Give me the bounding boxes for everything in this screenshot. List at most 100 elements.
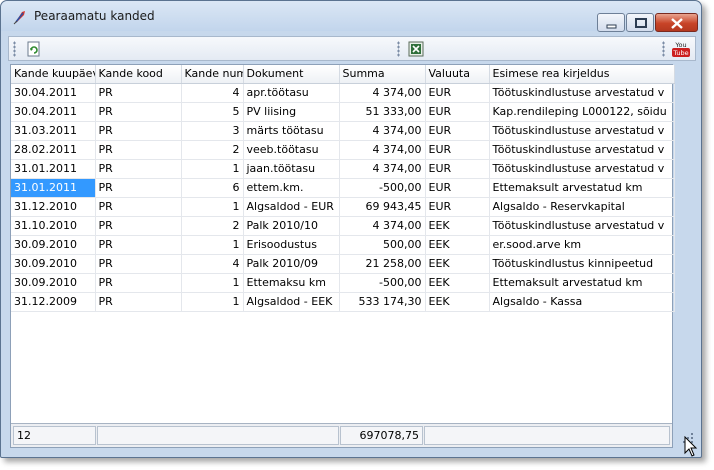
table-cell[interactable]: Töötuskindlustuse arvestatud v [489,121,675,141]
table-cell[interactable]: 500,00 [339,235,426,255]
table-cell[interactable]: apr.töötasu [243,83,340,103]
table-cell[interactable]: veeb.töötasu [243,140,340,160]
table-cell[interactable]: PR [95,216,182,236]
table-cell[interactable]: 4 374,00 [339,83,426,103]
column-header[interactable]: Kande kuupäev▽ [11,65,96,84]
table-cell[interactable]: 30.09.2010 [11,254,96,274]
table-cell[interactable]: -500,00 [339,273,426,293]
table-cell[interactable]: 2 [181,216,244,236]
column-header[interactable]: Kande number [181,65,244,84]
table-cell[interactable]: PV liising [243,102,340,122]
table-cell[interactable]: Algsaldo - Kassa [489,292,675,312]
table-cell[interactable]: 1 [181,292,244,312]
table-row[interactable]: 30.04.2011 PR 4 apr.töötasu 4 374,00 EUR Töötu… [11,83,675,103]
table-row[interactable]: 31.03.2011 PR 3 märts töötasu 4 374,00 EUR Töö… [11,121,675,141]
table-cell[interactable]: EEK [425,292,490,312]
table-cell[interactable]: Algsaldo - Reservkapital [489,197,675,217]
table-cell[interactable]: EUR [425,178,490,198]
table-cell[interactable]: PR [95,121,182,141]
table-cell[interactable]: 30.04.2011 [11,102,96,122]
table-cell[interactable]: PR [95,102,182,122]
table-cell[interactable]: EUR [425,197,490,217]
table-cell[interactable]: 1 [181,197,244,217]
table-cell[interactable]: 2 [181,140,244,160]
toolbar-grip[interactable] [662,41,665,57]
table-cell[interactable]: märts töötasu [243,121,340,141]
table-cell[interactable]: EUR [425,83,490,103]
table-cell[interactable]: 31.01.2011 [11,178,96,198]
table-cell[interactable]: 4 374,00 [339,216,426,236]
table-cell[interactable]: PR [95,197,182,217]
table-cell[interactable]: 533 174,30 [339,292,426,312]
table-cell[interactable]: PR [95,178,182,198]
table-cell[interactable]: 31.03.2011 [11,121,96,141]
table-row[interactable]: 31.12.2009 PR 1 Algsaldod - EEK 533 174,30 EE… [11,292,675,312]
table-cell[interactable]: 31.01.2011 [11,159,96,179]
table-cell[interactable]: PR [95,273,182,293]
table-row[interactable]: 31.01.2011 PR 1 jaan.töötasu 4 374,00 EUR Tööt… [11,159,675,179]
table-cell[interactable]: -500,00 [339,178,426,198]
column-header[interactable]: Valuuta [425,65,490,84]
table-row[interactable]: 30.09.2010 PR 4 Palk 2010/09 21 258,00 EEK Töö… [11,254,675,274]
close-button[interactable] [655,13,698,32]
table-cell[interactable]: Töötuskindlustuse arvestatud v [489,159,675,179]
table-row[interactable]: 31.01.2011 PR 6 ettem.km. -500,00 EUR Ettemaks… [11,178,675,198]
table-row[interactable]: 31.10.2010 PR 2 Palk 2010/10 4 374,00 EEK Tööt… [11,216,675,236]
table-cell[interactable]: 4 374,00 [339,121,426,141]
table-cell[interactable]: 4 374,00 [339,140,426,160]
table-cell[interactable]: 21 258,00 [339,254,426,274]
table-row[interactable]: 30.09.2010 PR 1 Erisoodustus 500,00 EEK er.soo… [11,235,675,255]
table-cell[interactable]: 30.04.2011 [11,83,96,103]
table-cell[interactable]: Algsaldod - EEK [243,292,340,312]
table-cell[interactable]: EUR [425,121,490,141]
table-cell[interactable]: Ettemaksult arvestatud km [489,273,675,293]
table-cell[interactable]: 30.09.2010 [11,273,96,293]
excel-export-icon[interactable] [407,40,425,58]
table-row[interactable]: 30.09.2010 PR 1 Ettemaksu km -500,00 EEK Ettem… [11,273,675,293]
table-cell[interactable]: PR [95,292,182,312]
table-row[interactable]: 30.04.2011 PR 5 PV liising 51 333,00 EUR Kap.r… [11,102,675,122]
refresh-icon[interactable] [25,40,43,58]
table-cell[interactable]: 3 [181,121,244,141]
table-cell[interactable]: Ettemaksult arvestatud km [489,178,675,198]
youtube-icon[interactable]: You Tube [670,40,692,58]
table-cell[interactable]: 30.09.2010 [11,235,96,255]
table-cell[interactable]: PR [95,159,182,179]
table-cell[interactable]: er.sood.arve km [489,235,675,255]
table-cell[interactable]: Ettemaksu km [243,273,340,293]
table-cell[interactable]: 28.02.2011 [11,140,96,160]
table-cell[interactable]: Palk 2010/09 [243,254,340,274]
table-cell[interactable]: 31.12.2010 [11,197,96,217]
maximize-button[interactable] [626,13,654,32]
table-cell[interactable]: Erisoodustus [243,235,340,255]
table-cell[interactable]: Töötuskindlustuse arvestatud v [489,140,675,160]
table-cell[interactable]: Töötuskindlustuse arvestatud v [489,83,675,103]
title-bar[interactable]: Pearaamatu kanded [1,1,701,32]
minimize-button[interactable] [597,13,625,32]
table-cell[interactable]: 31.10.2010 [11,216,96,236]
table-cell[interactable]: EEK [425,216,490,236]
column-header[interactable]: Dokument [243,65,340,84]
table-cell[interactable]: Palk 2010/10 [243,216,340,236]
table-cell[interactable]: 4 [181,254,244,274]
table-cell[interactable]: 4 374,00 [339,159,426,179]
table-cell[interactable]: EUR [425,102,490,122]
table-cell[interactable]: Töötuskindlustuse arvestatud v [489,216,675,236]
table-cell[interactable]: 51 333,00 [339,102,426,122]
table-cell[interactable]: EUR [425,140,490,160]
table-cell[interactable]: ettem.km. [243,178,340,198]
table-cell[interactable]: PR [95,83,182,103]
table-cell[interactable]: EEK [425,254,490,274]
column-header[interactable]: Esimese rea kirjeldus [489,65,675,84]
table-cell[interactable]: EUR [425,159,490,179]
table-cell[interactable]: 1 [181,159,244,179]
toolbar-grip[interactable] [397,41,400,57]
column-header[interactable]: Summa [339,65,426,84]
table-cell[interactable]: 4 [181,83,244,103]
table-cell[interactable]: PR [95,235,182,255]
table-cell[interactable]: EEK [425,235,490,255]
table-cell[interactable]: 6 [181,178,244,198]
table-cell[interactable]: EEK [425,273,490,293]
table-cell[interactable]: 5 [181,102,244,122]
toolbar-grip[interactable] [13,41,16,57]
